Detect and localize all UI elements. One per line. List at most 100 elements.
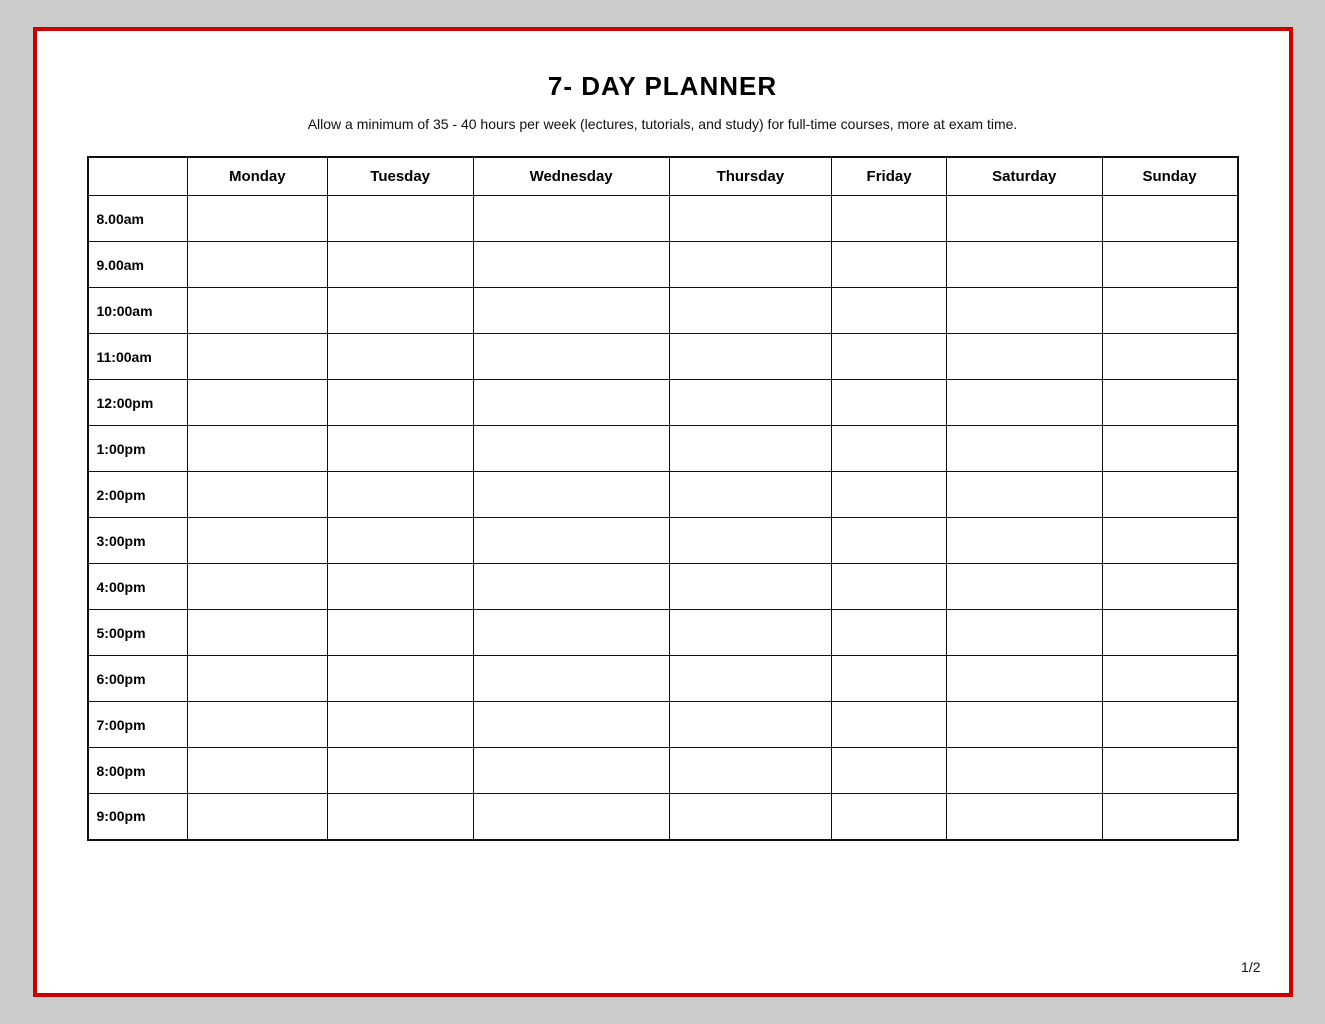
- schedule-cell[interactable]: [832, 794, 947, 840]
- schedule-cell[interactable]: [473, 794, 669, 840]
- schedule-cell[interactable]: [473, 564, 669, 610]
- schedule-cell[interactable]: [327, 380, 473, 426]
- schedule-cell[interactable]: [832, 656, 947, 702]
- schedule-cell[interactable]: [832, 748, 947, 794]
- schedule-cell[interactable]: [327, 748, 473, 794]
- schedule-cell[interactable]: [188, 242, 328, 288]
- schedule-cell[interactable]: [327, 794, 473, 840]
- schedule-cell[interactable]: [327, 518, 473, 564]
- schedule-cell[interactable]: [188, 380, 328, 426]
- schedule-cell[interactable]: [188, 656, 328, 702]
- schedule-cell[interactable]: [669, 242, 832, 288]
- schedule-cell[interactable]: [669, 794, 832, 840]
- schedule-cell[interactable]: [327, 472, 473, 518]
- schedule-cell[interactable]: [832, 334, 947, 380]
- schedule-cell[interactable]: [188, 702, 328, 748]
- schedule-cell[interactable]: [1102, 656, 1237, 702]
- schedule-cell[interactable]: [188, 288, 328, 334]
- schedule-cell[interactable]: [669, 472, 832, 518]
- schedule-cell[interactable]: [832, 472, 947, 518]
- schedule-cell[interactable]: [832, 702, 947, 748]
- schedule-cell[interactable]: [1102, 426, 1237, 472]
- schedule-cell[interactable]: [946, 518, 1102, 564]
- schedule-cell[interactable]: [832, 288, 947, 334]
- schedule-cell[interactable]: [473, 288, 669, 334]
- schedule-cell[interactable]: [473, 656, 669, 702]
- schedule-cell[interactable]: [669, 564, 832, 610]
- schedule-cell[interactable]: [327, 242, 473, 288]
- schedule-cell[interactable]: [946, 426, 1102, 472]
- schedule-cell[interactable]: [327, 564, 473, 610]
- schedule-cell[interactable]: [1102, 794, 1237, 840]
- schedule-cell[interactable]: [946, 334, 1102, 380]
- schedule-cell[interactable]: [669, 702, 832, 748]
- schedule-cell[interactable]: [473, 748, 669, 794]
- schedule-cell[interactable]: [188, 334, 328, 380]
- schedule-cell[interactable]: [946, 196, 1102, 242]
- schedule-cell[interactable]: [946, 472, 1102, 518]
- schedule-cell[interactable]: [327, 656, 473, 702]
- schedule-cell[interactable]: [669, 380, 832, 426]
- time-cell: 8:00pm: [88, 748, 188, 794]
- schedule-cell[interactable]: [669, 196, 832, 242]
- schedule-cell[interactable]: [1102, 702, 1237, 748]
- schedule-cell[interactable]: [669, 610, 832, 656]
- schedule-cell[interactable]: [669, 288, 832, 334]
- schedule-cell[interactable]: [327, 426, 473, 472]
- schedule-cell[interactable]: [832, 564, 947, 610]
- schedule-cell[interactable]: [832, 242, 947, 288]
- schedule-cell[interactable]: [1102, 380, 1237, 426]
- schedule-cell[interactable]: [1102, 334, 1237, 380]
- schedule-cell[interactable]: [327, 288, 473, 334]
- schedule-cell[interactable]: [946, 610, 1102, 656]
- schedule-cell[interactable]: [1102, 472, 1237, 518]
- schedule-cell[interactable]: [669, 656, 832, 702]
- schedule-cell[interactable]: [946, 242, 1102, 288]
- schedule-cell[interactable]: [832, 518, 947, 564]
- schedule-cell[interactable]: [473, 334, 669, 380]
- schedule-cell[interactable]: [473, 380, 669, 426]
- schedule-cell[interactable]: [669, 748, 832, 794]
- schedule-cell[interactable]: [1102, 242, 1237, 288]
- schedule-cell[interactable]: [669, 426, 832, 472]
- schedule-cell[interactable]: [832, 380, 947, 426]
- schedule-cell[interactable]: [327, 334, 473, 380]
- schedule-cell[interactable]: [1102, 610, 1237, 656]
- schedule-cell[interactable]: [946, 748, 1102, 794]
- schedule-cell[interactable]: [473, 518, 669, 564]
- schedule-cell[interactable]: [473, 472, 669, 518]
- schedule-cell[interactable]: [946, 702, 1102, 748]
- schedule-cell[interactable]: [473, 426, 669, 472]
- schedule-cell[interactable]: [946, 380, 1102, 426]
- schedule-cell[interactable]: [1102, 748, 1237, 794]
- schedule-cell[interactable]: [1102, 518, 1237, 564]
- schedule-cell[interactable]: [1102, 564, 1237, 610]
- schedule-cell[interactable]: [188, 426, 328, 472]
- schedule-cell[interactable]: [1102, 288, 1237, 334]
- schedule-cell[interactable]: [327, 610, 473, 656]
- schedule-cell[interactable]: [327, 196, 473, 242]
- schedule-cell[interactable]: [473, 196, 669, 242]
- schedule-cell[interactable]: [946, 794, 1102, 840]
- schedule-cell[interactable]: [946, 288, 1102, 334]
- schedule-cell[interactable]: [188, 748, 328, 794]
- schedule-cell[interactable]: [473, 702, 669, 748]
- schedule-cell[interactable]: [946, 656, 1102, 702]
- schedule-cell[interactable]: [669, 334, 832, 380]
- schedule-cell[interactable]: [188, 196, 328, 242]
- schedule-cell[interactable]: [188, 794, 328, 840]
- schedule-cell[interactable]: [946, 564, 1102, 610]
- schedule-cell[interactable]: [473, 242, 669, 288]
- schedule-cell[interactable]: [327, 702, 473, 748]
- schedule-cell[interactable]: [188, 610, 328, 656]
- schedule-cell[interactable]: [832, 426, 947, 472]
- schedule-cell[interactable]: [473, 610, 669, 656]
- schedule-cell[interactable]: [1102, 196, 1237, 242]
- time-cell: 5:00pm: [88, 610, 188, 656]
- schedule-cell[interactable]: [832, 196, 947, 242]
- schedule-cell[interactable]: [188, 472, 328, 518]
- schedule-cell[interactable]: [188, 564, 328, 610]
- schedule-cell[interactable]: [832, 610, 947, 656]
- schedule-cell[interactable]: [669, 518, 832, 564]
- schedule-cell[interactable]: [188, 518, 328, 564]
